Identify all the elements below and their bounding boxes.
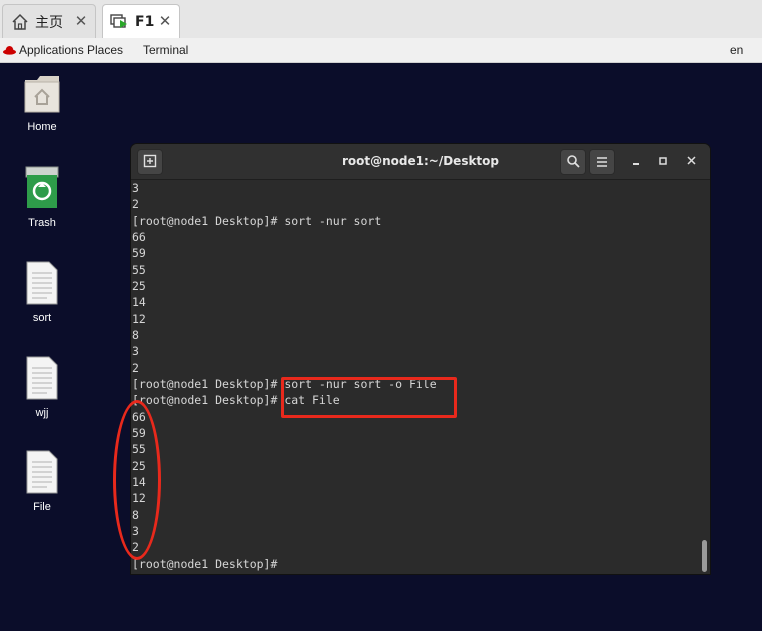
desktop-icon-label: File (33, 501, 51, 513)
desktop-icon-label: Trash (28, 217, 56, 229)
close-icon (686, 155, 696, 168)
close-window-button[interactable] (683, 153, 699, 169)
language-indicator[interactable]: en (730, 43, 743, 57)
hamburger-menu-icon (596, 153, 608, 172)
tab-strip: 主页 ✕ F1 ✕ (0, 0, 762, 39)
search-button[interactable] (560, 149, 586, 175)
highlight-oval-annotation (113, 400, 161, 560)
places-menu[interactable]: Places (87, 43, 123, 57)
minimize-icon (632, 155, 640, 168)
terminal-line: [root@node1 Desktop]# (132, 557, 278, 571)
tab-home-label: 主页 (35, 14, 63, 31)
terminal-line: 2 (132, 361, 139, 375)
desktop-icon-sort[interactable]: sort (7, 261, 77, 324)
terminal-header-bar: root@node1:~/Desktop (131, 144, 710, 180)
terminal-window[interactable]: root@node1:~/Desktop 3 2 [root@node1 Des… (131, 144, 710, 574)
text-file-icon (25, 261, 59, 309)
tab-f1-label: F1 (135, 13, 155, 30)
desktop-icon-label: wjj (35, 407, 49, 419)
gnome-top-bar: Applications Places Terminal en (0, 38, 762, 63)
terminal-line: 59 (132, 246, 146, 260)
close-icon[interactable]: ✕ (73, 12, 89, 30)
redhat-icon (3, 44, 16, 55)
terminal-line: 14 (132, 295, 146, 309)
terminal-line: 55 (132, 263, 146, 277)
desktop-icon-trash[interactable]: Trash (7, 166, 77, 229)
vm-console-icon (109, 11, 131, 33)
desktop-icon-file[interactable]: File (7, 450, 77, 513)
highlight-rectangle-annotation (281, 377, 457, 418)
terminal-scrollbar[interactable] (702, 540, 707, 572)
maximize-button[interactable] (655, 153, 671, 169)
menu-button[interactable] (589, 149, 615, 175)
terminal-line: [root@node1 Desktop]# sort -nur sort (132, 214, 382, 228)
tab-home[interactable]: 主页 ✕ (2, 4, 96, 38)
applications-menu[interactable]: Applications (19, 43, 84, 57)
terminal-line: 2 (132, 197, 139, 211)
terminal-line: 66 (132, 230, 146, 244)
desktop-icon-home[interactable]: Home (7, 74, 77, 133)
home-folder-icon (23, 76, 61, 118)
terminal-line: 12 (132, 312, 146, 326)
close-icon[interactable]: ✕ (157, 12, 173, 30)
desktop-icon-wjj[interactable]: wjj (7, 356, 77, 419)
home-icon (9, 11, 31, 33)
text-file-icon (25, 450, 59, 498)
terminal-line: 8 (132, 328, 139, 342)
desktop-icon-label: sort (32, 312, 52, 324)
terminal-line: 25 (132, 279, 146, 293)
terminal-menu[interactable]: Terminal (143, 43, 188, 57)
search-icon (566, 153, 580, 172)
text-file-icon (25, 356, 59, 404)
terminal-title: root@node1:~/Desktop (341, 154, 500, 168)
tab-f1[interactable]: F1 ✕ (102, 4, 180, 38)
terminal-line: 3 (132, 181, 139, 195)
desktop-icon-label: Home (27, 121, 57, 133)
maximize-icon (659, 155, 667, 168)
trash-icon (24, 166, 60, 214)
minimize-button[interactable] (628, 153, 644, 169)
terminal-line: 3 (132, 344, 139, 358)
